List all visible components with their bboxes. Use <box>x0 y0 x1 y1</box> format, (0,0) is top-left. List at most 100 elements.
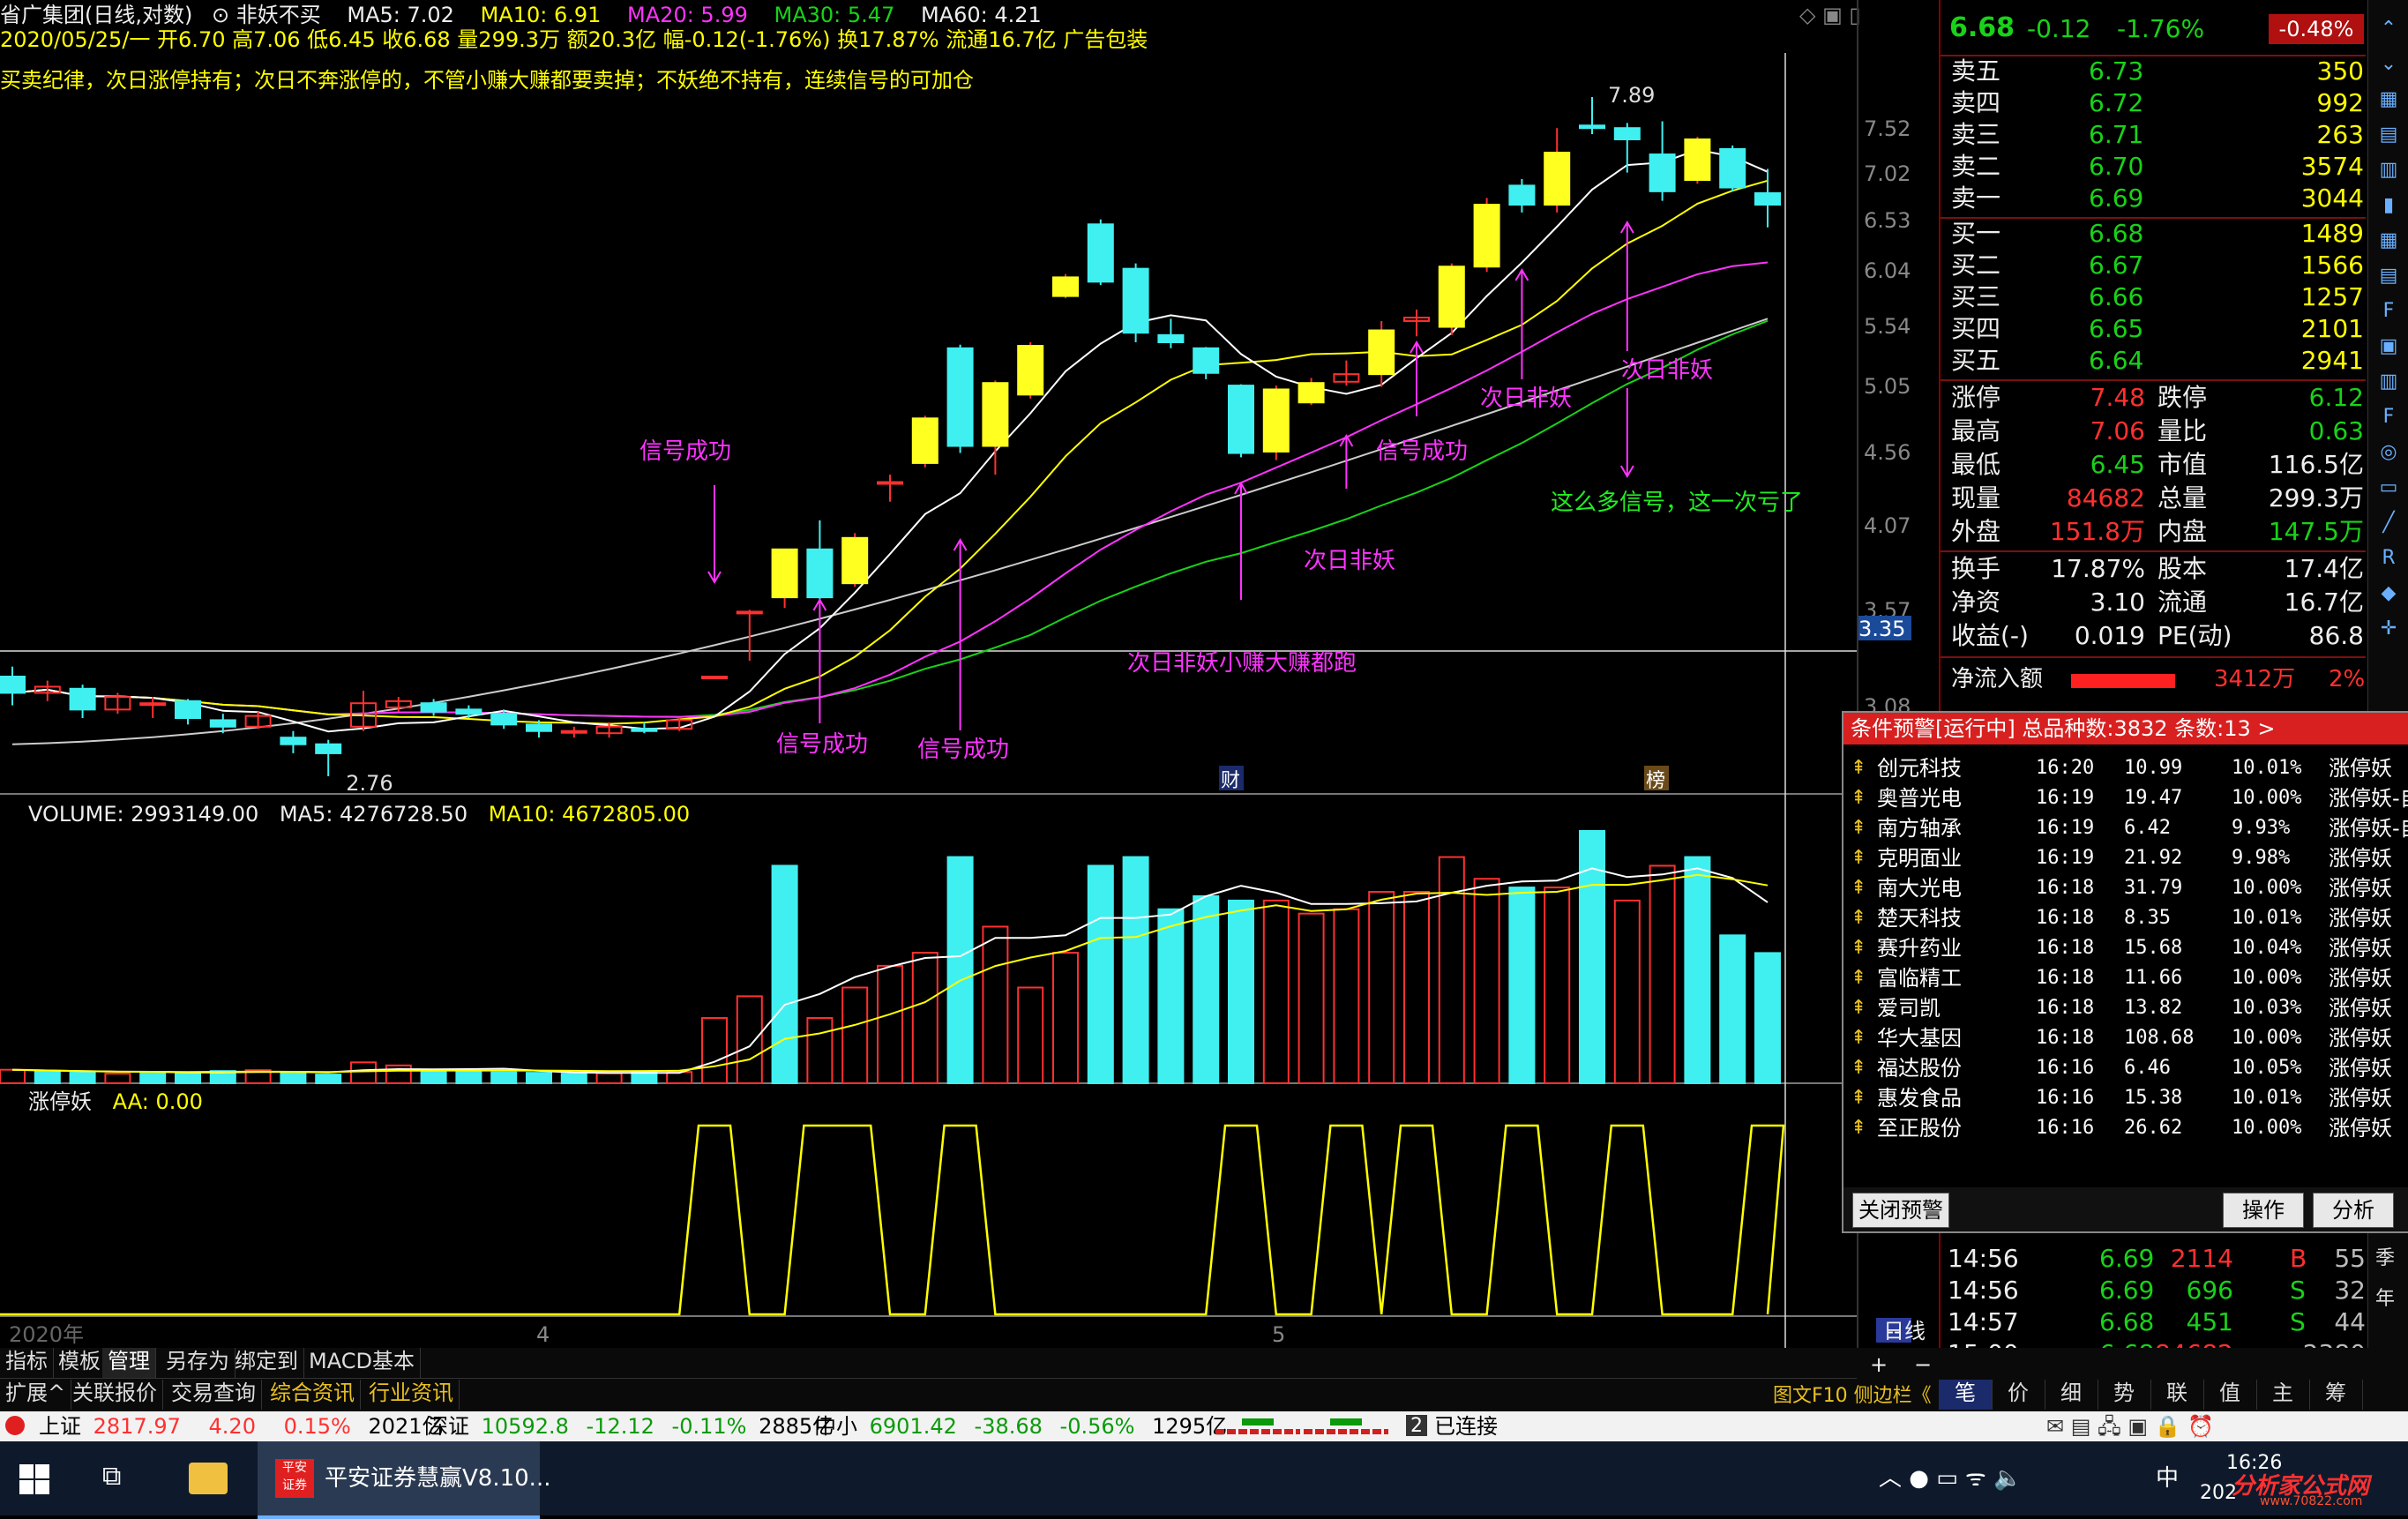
alert-row[interactable]: ⇞ 南方轴承 16:19 6.42 9.93% 涨停妖-自 <box>1843 813 2408 843</box>
grid-icon[interactable]: ▦ <box>2377 88 2400 115</box>
arrow-down-icon[interactable]: ⌄ <box>2377 53 2400 79</box>
order-row[interactable]: 卖二 6.70 3574 <box>1941 152 2408 183</box>
taskbar-app-button[interactable]: 平安 证券 平安证券慧赢V8.10... <box>258 1441 550 1519</box>
ime-indicator[interactable]: 中 <box>2156 1464 2179 1493</box>
rs-icon[interactable]: R <box>2377 547 2400 573</box>
candle-icon[interactable]: ▮ <box>2377 194 2400 221</box>
operate-button[interactable]: 操作 <box>2223 1193 2304 1228</box>
alert-row[interactable]: ⇞ 惠发食品 16:16 15.38 10.01% 涨停妖 <box>1843 1083 2408 1113</box>
stats2-label: PE(动) <box>2157 621 2232 650</box>
order-row[interactable]: 买二 6.67 1566 <box>1941 251 2408 282</box>
zoom-in-button[interactable]: + <box>1870 1351 1888 1378</box>
trend-icon[interactable]: ╱ <box>2377 512 2400 538</box>
order-row[interactable]: 买四 6.65 2101 <box>1941 314 2408 346</box>
order-row[interactable]: 买三 6.66 1257 <box>1941 282 2408 314</box>
tick-tab[interactable]: 势 <box>2098 1380 2151 1410</box>
close-alert-button[interactable]: 关闭预警 <box>1852 1193 1949 1228</box>
windows-start-icon[interactable] <box>19 1464 51 1496</box>
move-icon[interactable]: ✛ <box>2377 617 2400 644</box>
period-label[interactable]: 日线 <box>1883 1318 1926 1344</box>
indicator-tab[interactable]: 指标 <box>0 1348 54 1378</box>
tick-tab[interactable]: 联 <box>2150 1380 2204 1410</box>
side-label-year[interactable]: 年 <box>2375 1288 2395 1311</box>
order-row[interactable]: 卖一 6.69 3044 <box>1941 183 2408 215</box>
tray-icons[interactable]: ︿ ● ▭ ᯤ 🔈 <box>1879 1464 2022 1493</box>
indicator-aa-label: AA: 0.00 <box>112 1089 203 1114</box>
chart-icon[interactable]: ▣ <box>2377 335 2400 362</box>
indicator-tab[interactable]: 绑定到 <box>229 1348 304 1378</box>
doc-icon[interactable]: ▤ <box>2377 265 2400 291</box>
info-tab[interactable]: 关联报价 <box>67 1380 163 1410</box>
condition-alert-panel[interactable]: 条件预警[运行中] 总品种数:3832 条数:13 > ⇞ 创元科技 16:20 10… <box>1842 711 2408 1233</box>
status-tool-icons[interactable]: ✉ ▤ 🖧 ▣ 🔒 ⏰ <box>2046 1413 2214 1440</box>
task-view-icon[interactable]: ⧉ <box>102 1461 121 1493</box>
alert-row[interactable]: ⇞ 赛升药业 16:18 15.68 10.04% 涨停妖 <box>1843 933 2408 963</box>
alert-time: 16:19 <box>2036 787 2095 809</box>
alert-pct: 10.03% <box>2232 997 2302 1019</box>
indicator-tab[interactable]: 另存为 <box>161 1348 236 1378</box>
alert-title-bar[interactable]: 条件预警[运行中] 总品种数:3832 条数:13 > <box>1843 713 2408 745</box>
tick-tab[interactable]: 细 <box>2045 1380 2098 1410</box>
alert-row[interactable]: ⇞ 富临精工 16:18 11.66 10.00% 涨停妖 <box>1843 963 2408 993</box>
tick-tab[interactable]: 筹 <box>2309 1380 2363 1410</box>
sz-index[interactable]: 深证 10592.8 -12.12 -0.11% 2885亿 <box>427 1413 834 1440</box>
price-axis-tick: 4.56 <box>1864 439 1911 465</box>
shield-icon[interactable]: ◆ <box>2377 582 2400 609</box>
indicator-tab[interactable]: 管理 <box>102 1348 156 1378</box>
info-tab[interactable]: 扩展^ <box>0 1380 72 1410</box>
alert-row[interactable]: ⇞ 楚天科技 16:18 8.35 10.01% 涨停妖 <box>1843 903 2408 933</box>
tick-tab[interactable]: 值 <box>2203 1380 2257 1410</box>
file-explorer-icon[interactable] <box>189 1463 228 1494</box>
f10-icon[interactable]: F <box>2377 300 2400 326</box>
zx-index[interactable]: 中小 6901.42 -38.68 -0.56% 1295亿 <box>815 1413 1227 1440</box>
volume-bar <box>1262 899 1290 1084</box>
alert-type: 涨停妖-自 <box>2329 786 2408 811</box>
order-row[interactable]: 买一 6.68 1489 <box>1941 219 2408 251</box>
alert-row[interactable]: ⇞ 创元科技 16:20 10.99 10.01% 涨停妖 <box>1843 753 2408 783</box>
order-row[interactable]: 买五 6.64 2941 <box>1941 346 2408 378</box>
alert-row[interactable]: ⇞ 南大光电 16:18 31.79 10.00% 涨停妖 <box>1843 873 2408 903</box>
calendar-icon[interactable]: ▦ <box>2377 229 2400 256</box>
order-row[interactable]: 卖五 6.73 350 <box>1941 56 2408 88</box>
kline-chart[interactable]: 7.892.76 财榜信号成功信号成功 信号成功次日非妖小赚大赚都跑次日非妖信号成功… <box>0 0 1857 1350</box>
fz-icon[interactable]: F <box>2377 406 2400 432</box>
side-label-season[interactable]: 季 <box>2375 1247 2395 1270</box>
tick-tab[interactable]: 主 <box>2256 1380 2310 1410</box>
price-axis-tick: 7.02 <box>1864 161 1911 186</box>
gear-icon[interactable]: ◎ <box>2377 441 2400 468</box>
info-tab[interactable]: 交易查询 <box>166 1380 262 1410</box>
lock-icon[interactable]: ▭ <box>2377 476 2400 503</box>
chart-annotation: 信号成功 <box>776 731 868 758</box>
alert-row[interactable]: ⇞ 奥普光电 16:19 19.47 10.00% 涨停妖-自 <box>1843 783 2408 813</box>
chart-area[interactable]: 省广集团(日线,对数) ⊙ 非妖不买 MA5: 7.02 MA10: 6.91 … <box>0 0 1861 1350</box>
indicator-tab[interactable]: MACD基本 <box>303 1348 421 1378</box>
indicator-tab[interactable]: 模板 <box>53 1348 107 1378</box>
candle <box>69 685 96 719</box>
zoom-out-button[interactable]: − <box>1914 1351 1932 1378</box>
arrow-up-icon[interactable]: ⌃ <box>2377 18 2400 44</box>
alert-row[interactable]: ⇞ 华大基因 16:18 108.68 10.00% 涨停妖 <box>1843 1023 2408 1053</box>
news-icon[interactable]: ▥ <box>2377 370 2400 397</box>
tick-count: 55 <box>2334 1244 2366 1273</box>
info-tab[interactable]: 综合资讯 <box>265 1380 361 1410</box>
order-price: 6.68 <box>2089 219 2144 248</box>
candle <box>911 415 939 468</box>
alert-row[interactable]: ⇞ 至正股份 16:16 26.62 10.00% 涨停妖 <box>1843 1113 2408 1143</box>
f10-sidebar-link[interactable]: 图文F10 侧边栏《 <box>1773 1385 1932 1408</box>
alert-row[interactable]: ⇞ 福达股份 16:16 6.46 10.05% 涨停妖 <box>1843 1053 2408 1083</box>
alert-row[interactable]: ⇞ 克明面业 16:19 21.92 9.98% 涨停妖 <box>1843 843 2408 873</box>
order-row[interactable]: 卖三 6.71 263 <box>1941 120 2408 152</box>
chart-annotation: 次日非妖小赚大赚都跑 <box>1127 650 1357 677</box>
alert-row[interactable]: ⇞ 爱司凯 16:18 13.82 10.03% 涨停妖 <box>1843 993 2408 1023</box>
analyze-button[interactable]: 分析 <box>2313 1193 2394 1228</box>
order-row[interactable]: 卖四 6.72 992 <box>1941 88 2408 120</box>
sh-index[interactable]: 上证 2817.97 4.20 0.15% 2021亿 <box>39 1413 444 1440</box>
info-tab[interactable]: 行业资讯 <box>363 1380 460 1410</box>
candle-body <box>841 536 869 585</box>
list-icon[interactable]: ▤ <box>2377 123 2400 150</box>
tick-tab[interactable]: 价 <box>1992 1380 2045 1410</box>
book-icon[interactable]: ▥ <box>2377 159 2400 185</box>
tick-tab[interactable]: 笔 <box>1939 1380 1993 1410</box>
watermark-logo: 分析家公式网 www.70822.com <box>2232 1473 2370 1508</box>
alert-icon[interactable] <box>5 1416 25 1435</box>
